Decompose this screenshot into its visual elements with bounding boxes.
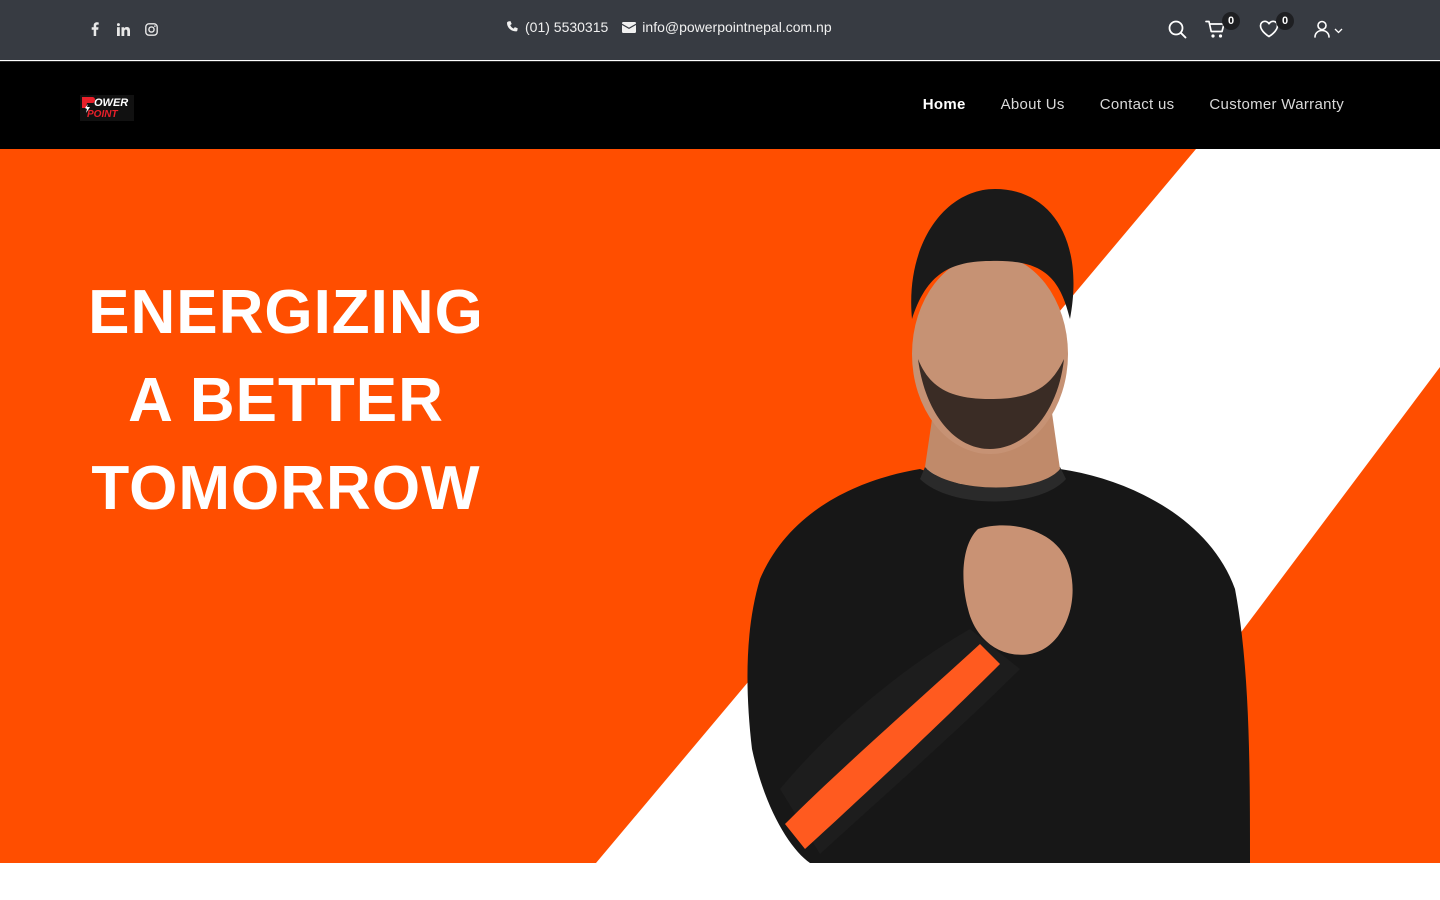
email-contact[interactable]: info@powerpointnepal.com.np — [622, 19, 832, 35]
nav-item-home[interactable]: Home — [923, 96, 966, 113]
search-icon — [1168, 20, 1186, 38]
cart-button[interactable]: 0 — [1204, 12, 1240, 42]
phone-number: (01) 5530315 — [525, 19, 609, 35]
facebook-icon[interactable] — [88, 20, 102, 38]
power-point-logo[interactable]: OWER POINT — [80, 95, 134, 121]
hero-line-2: A BETTER — [128, 366, 444, 435]
main-menu: Home About Us Contact us Customer Warran… — [923, 96, 1344, 113]
phone-contact[interactable]: (01) 5530315 — [506, 19, 608, 35]
hero-line-3: TOMORROW — [91, 454, 481, 523]
linkedin-icon[interactable] — [116, 20, 130, 38]
contact-info: (01) 5530315 info@powerpointnepal.com.np — [506, 19, 846, 35]
nav-item-customer-warranty[interactable]: Customer Warranty — [1209, 96, 1344, 113]
nav-item-about-us[interactable]: About Us — [1001, 96, 1065, 113]
cart-count-badge: 0 — [1222, 12, 1240, 30]
chevron-down-icon — [1334, 28, 1342, 34]
wishlist-count-badge: 0 — [1276, 12, 1294, 30]
top-bar: (01) 5530315 info@powerpointnepal.com.np… — [0, 0, 1440, 60]
social-links — [88, 20, 158, 38]
main-navbar: OWER POINT Home About Us Contact us Cust… — [0, 61, 1440, 149]
nav-item-contact-us[interactable]: Contact us — [1100, 96, 1175, 113]
svg-text:OWER: OWER — [94, 97, 128, 109]
header-tools: 0 0 — [1166, 12, 1344, 42]
hero-line-1: ENERGIZING — [88, 278, 484, 347]
instagram-icon[interactable] — [144, 20, 158, 38]
search-button[interactable] — [1166, 16, 1188, 42]
envelope-icon — [622, 21, 637, 33]
account-menu-button[interactable] — [1312, 16, 1344, 42]
svg-text:POINT: POINT — [87, 109, 118, 120]
wishlist-button[interactable]: 0 — [1258, 12, 1294, 42]
email-address: info@powerpointnepal.com.np — [642, 19, 832, 35]
hero-headline: ENERGIZING A BETTER TOMORROW — [86, 269, 486, 533]
hero-banner: ENERGIZING A BETTER TOMORROW — [0, 149, 1440, 863]
user-icon — [1313, 20, 1330, 38]
phone-icon — [507, 20, 518, 31]
